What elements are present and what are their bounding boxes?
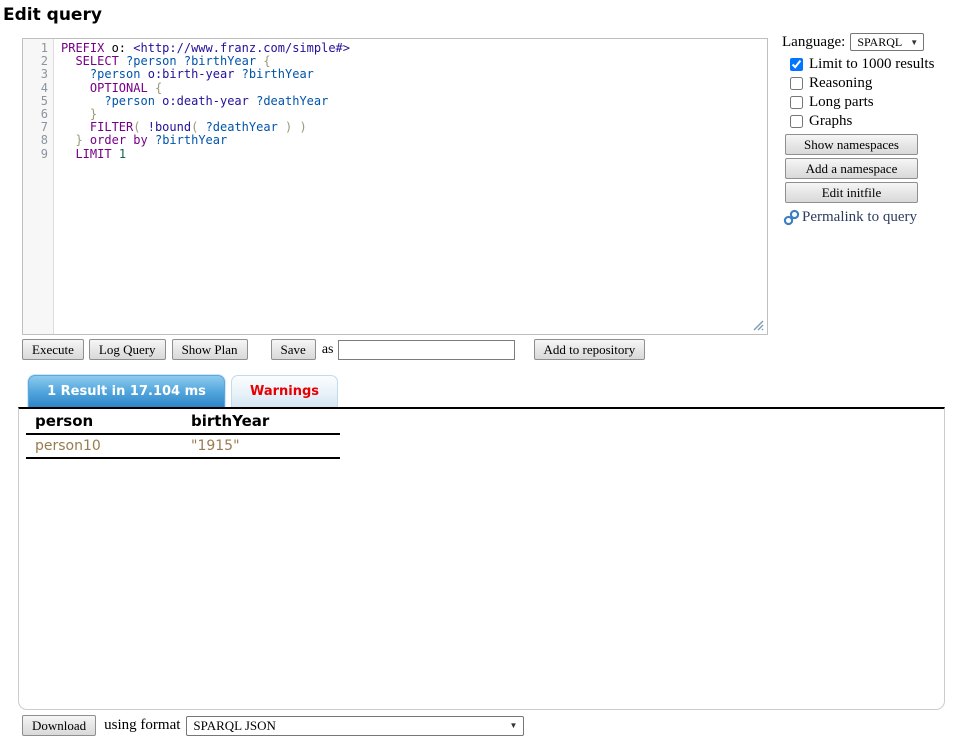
edit-query-page: Edit query 123456789 PREFIX o: <http://w…: [0, 0, 972, 748]
download-row: Download using format SPARQL JSON ▼: [22, 715, 524, 736]
option-checkbox-row[interactable]: Long parts: [790, 93, 964, 112]
tab-warnings[interactable]: Warnings: [231, 375, 338, 407]
permalink-link[interactable]: Permalink to query: [783, 209, 964, 226]
download-format-select[interactable]: SPARQL JSON ▼: [186, 716, 524, 736]
language-selected-value: SPARQL: [857, 35, 902, 50]
option-checkbox[interactable]: [790, 77, 803, 90]
results-column-header: birthYear: [182, 410, 340, 434]
query-options-panel: Language: SPARQL ▼ Limit to 1000 results…: [782, 33, 964, 226]
option-checkbox[interactable]: [790, 58, 803, 71]
add-to-repository-button[interactable]: Add to repository: [534, 339, 646, 360]
toolbar: Execute Log Query Show Plan Save as Add …: [22, 339, 645, 360]
table-cell[interactable]: "1915": [182, 434, 340, 458]
editor-code-area[interactable]: PREFIX o: <http://www.franz.com/simple#>…: [54, 39, 767, 334]
language-label: Language:: [782, 34, 845, 51]
permalink-label: Permalink to query: [802, 209, 917, 226]
code-line: } order by ?birthYear: [61, 134, 767, 147]
download-button[interactable]: Download: [22, 715, 96, 736]
save-button[interactable]: Save: [271, 339, 316, 360]
table-row: person10"1915": [26, 434, 340, 458]
results-table: personbirthYear person10"1915": [26, 410, 340, 459]
page-title: Edit query: [3, 5, 102, 25]
download-format-value: SPARQL JSON: [193, 718, 276, 734]
option-checkbox-list: Limit to 1000 results Reasoning Long parts…: [790, 55, 964, 131]
line-number: 4: [23, 82, 48, 95]
results-column-header: person: [26, 410, 182, 434]
language-row: Language: SPARQL ▼: [782, 33, 964, 51]
option-checkbox-row[interactable]: Graphs: [790, 112, 964, 131]
link-chain-icon: [783, 209, 800, 226]
option-checkbox[interactable]: [790, 96, 803, 109]
option-checkbox-row[interactable]: Reasoning: [790, 74, 964, 93]
execute-button[interactable]: Execute: [22, 339, 84, 360]
results-tab-bar: 1 Result in 17.104 ms Warnings: [28, 375, 338, 407]
code-line: LIMIT 1: [61, 148, 767, 161]
show-plan-button[interactable]: Show Plan: [172, 339, 248, 360]
download-format-label: using format: [104, 717, 180, 734]
line-number: 3: [23, 68, 48, 81]
chevron-down-icon: ▼: [910, 38, 918, 47]
log-query-button[interactable]: Log Query: [89, 339, 166, 360]
code-line: ?person o:death-year ?deathYear: [61, 95, 767, 108]
line-number: 9: [23, 148, 48, 161]
resize-grip-icon[interactable]: [752, 319, 764, 331]
editor-line-numbers: 123456789: [23, 39, 54, 334]
option-checkbox[interactable]: [790, 115, 803, 128]
chevron-down-icon: ▼: [510, 721, 518, 730]
save-as-label: as: [322, 342, 334, 358]
query-editor[interactable]: 123456789 PREFIX o: <http://www.franz.co…: [22, 38, 768, 335]
option-checkbox-label: Reasoning: [809, 75, 872, 92]
results-panel: personbirthYear person10"1915": [18, 407, 945, 710]
code-line: ?person o:birth-year ?birthYear: [61, 68, 767, 81]
save-name-input[interactable]: [338, 340, 515, 360]
tab-results[interactable]: 1 Result in 17.104 ms: [28, 375, 225, 407]
edit-initfile-button[interactable]: Edit initfile: [785, 182, 918, 203]
option-checkbox-row[interactable]: Limit to 1000 results: [790, 55, 964, 74]
table-cell[interactable]: person10: [26, 434, 182, 458]
line-number: 8: [23, 134, 48, 147]
option-checkbox-label: Long parts: [809, 94, 874, 111]
add-namespace-button[interactable]: Add a namespace: [785, 158, 918, 179]
option-checkbox-label: Limit to 1000 results: [809, 56, 934, 73]
language-select[interactable]: SPARQL ▼: [850, 33, 924, 51]
show-namespaces-button[interactable]: Show namespaces: [785, 134, 918, 155]
option-checkbox-label: Graphs: [809, 113, 852, 130]
